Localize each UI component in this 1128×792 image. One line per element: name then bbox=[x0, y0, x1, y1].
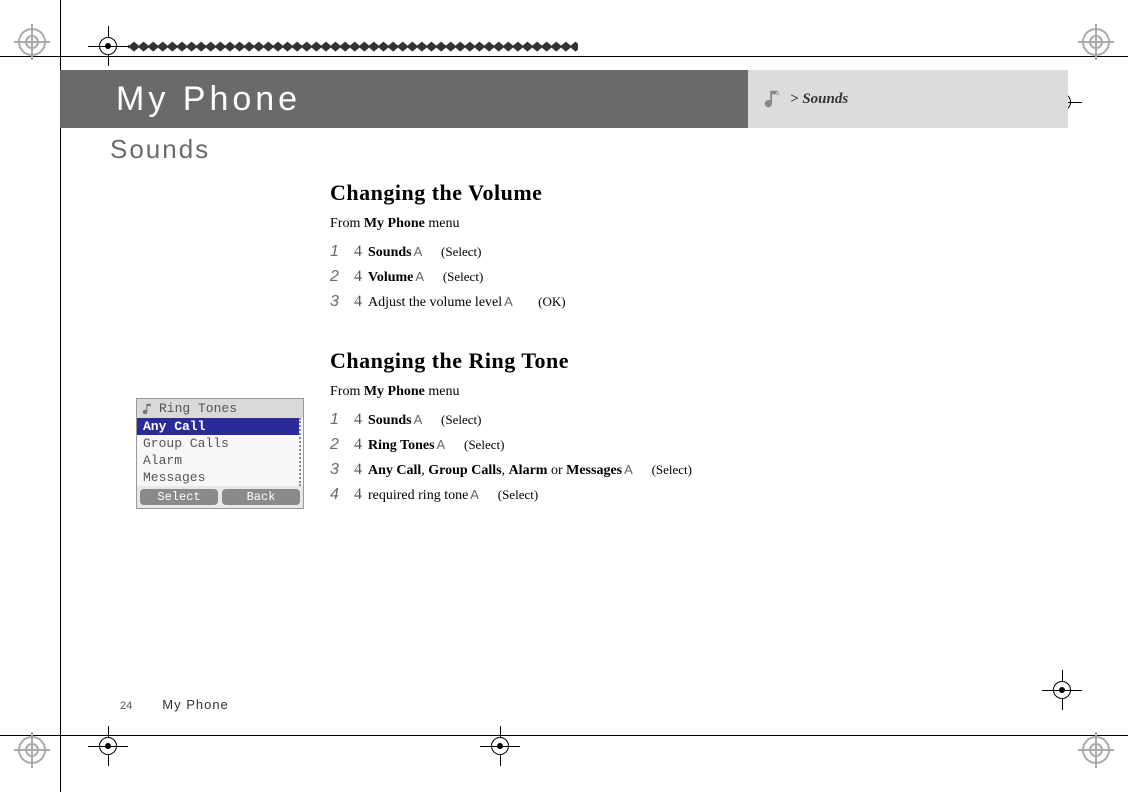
step: 34Adjust the volume levelA OK bbox=[330, 290, 790, 314]
phone-menu-item: Alarm bbox=[137, 452, 299, 469]
softkey-label: Select bbox=[431, 242, 491, 262]
softkey-indicator-icon: A bbox=[622, 460, 635, 480]
softkey-indicator-icon: A bbox=[413, 267, 426, 287]
softkey-indicator-icon: A bbox=[435, 435, 448, 455]
step: 24Ring TonesA Select bbox=[330, 433, 790, 457]
registration-mark-icon bbox=[18, 28, 46, 56]
page-footer: 24 My Phone bbox=[120, 697, 229, 712]
phone-menu-item: Group Calls bbox=[137, 435, 299, 452]
crosshair-icon bbox=[1042, 670, 1082, 710]
step: 14SoundsA Select bbox=[330, 240, 790, 264]
step-body: Any Call, Group Calls, Alarm or Messages… bbox=[368, 460, 790, 481]
softkey-label: OK bbox=[522, 292, 582, 312]
step-number: 3 bbox=[330, 458, 348, 482]
music-note-icon bbox=[141, 402, 155, 416]
arrow-icon: 4 bbox=[348, 433, 368, 457]
softkey-label: Select bbox=[433, 267, 493, 287]
from-menu: My Phone bbox=[364, 384, 425, 399]
registration-mark-icon bbox=[1082, 28, 1110, 56]
phone-title: Ring Tones bbox=[159, 401, 237, 416]
step-number: 4 bbox=[330, 483, 348, 507]
registration-mark-icon bbox=[18, 736, 46, 764]
from-suffix: menu bbox=[425, 384, 460, 399]
steps-volume: 14SoundsA Select24VolumeA Select34Adjust… bbox=[330, 240, 790, 314]
step-body: Adjust the volume levelA OK bbox=[368, 292, 790, 313]
softkey-label: Select bbox=[454, 435, 514, 455]
phone-softkey-left: Select bbox=[140, 489, 218, 505]
softkey-indicator-icon: A bbox=[468, 485, 481, 505]
trim-line-top bbox=[0, 56, 1128, 57]
step-number: 2 bbox=[330, 265, 348, 289]
step-number: 1 bbox=[330, 408, 348, 432]
softkey-indicator-icon: A bbox=[412, 410, 425, 430]
crosshair-icon bbox=[88, 26, 128, 66]
from-line: From My Phone menu bbox=[330, 213, 790, 234]
from-suffix: menu bbox=[425, 216, 460, 231]
step-number: 1 bbox=[330, 240, 348, 264]
step-body: SoundsA Select bbox=[368, 410, 790, 431]
page-content: Changing the Volume From My Phone menu 1… bbox=[330, 176, 790, 537]
breadcrumb-section: Sounds bbox=[802, 91, 848, 108]
section-title: Sounds bbox=[110, 134, 210, 165]
softkey-indicator-icon: A bbox=[412, 242, 425, 262]
chapter-title: My Phone bbox=[60, 70, 748, 128]
from-prefix: From bbox=[330, 216, 364, 231]
steps-ringtone: 14SoundsA Select24Ring TonesA Select34An… bbox=[330, 408, 790, 507]
step-number: 3 bbox=[330, 290, 348, 314]
arrow-icon: 4 bbox=[348, 458, 368, 482]
phone-menu-item: Any Call bbox=[137, 418, 299, 435]
step: 24VolumeA Select bbox=[330, 265, 790, 289]
footer-chapter: My Phone bbox=[162, 697, 229, 712]
breadcrumb-separator: > bbox=[790, 91, 799, 108]
chapter-banner: My Phone > Sounds bbox=[60, 70, 1068, 128]
from-prefix: From bbox=[330, 384, 364, 399]
crosshair-icon bbox=[88, 726, 128, 766]
phone-menu-list: Any CallGroup CallsAlarmMessages bbox=[137, 418, 301, 486]
step-body: required ring toneA Select bbox=[368, 485, 790, 506]
registration-mark-icon bbox=[1082, 736, 1110, 764]
heading-changing-ringtone: Changing the Ring Tone bbox=[330, 344, 790, 377]
step: 14SoundsA Select bbox=[330, 408, 790, 432]
decorative-divider: ◆◆◆◆◆◆◆◆◆◆◆◆◆◆◆◆◆◆◆◆◆◆◆◆◆◆◆◆◆◆◆◆◆◆◆◆◆◆◆◆… bbox=[128, 38, 578, 52]
step-number: 2 bbox=[330, 433, 348, 457]
arrow-icon: 4 bbox=[348, 408, 368, 432]
step: 44required ring toneA Select bbox=[330, 483, 790, 507]
trim-line-bottom bbox=[0, 735, 1128, 736]
crosshair-icon bbox=[480, 726, 520, 766]
step-body: Ring TonesA Select bbox=[368, 435, 790, 456]
softkey-indicator-icon: A bbox=[502, 292, 515, 312]
arrow-icon: 4 bbox=[348, 240, 368, 264]
phone-softkey-right: Back bbox=[222, 489, 300, 505]
phone-titlebar: Ring Tones bbox=[137, 399, 303, 418]
step-body: VolumeA Select bbox=[368, 267, 790, 288]
step-body: SoundsA Select bbox=[368, 242, 790, 263]
softkey-label: Select bbox=[431, 410, 491, 430]
phone-menu-item: Messages bbox=[137, 469, 299, 486]
heading-changing-volume: Changing the Volume bbox=[330, 176, 790, 209]
arrow-icon: 4 bbox=[348, 290, 368, 314]
phone-softkeys: Select Back bbox=[137, 486, 303, 508]
music-note-icon bbox=[762, 88, 784, 110]
page-number: 24 bbox=[120, 700, 132, 712]
arrow-icon: 4 bbox=[348, 483, 368, 507]
breadcrumb: > Sounds bbox=[748, 70, 1068, 128]
step: 34Any Call, Group Calls, Alarm or Messag… bbox=[330, 458, 790, 482]
softkey-label: Select bbox=[642, 460, 702, 480]
softkey-label: Select bbox=[488, 485, 548, 505]
from-menu: My Phone bbox=[364, 216, 425, 231]
from-line: From My Phone menu bbox=[330, 381, 790, 402]
phone-screenshot: Ring Tones Any CallGroup CallsAlarmMessa… bbox=[136, 398, 304, 509]
arrow-icon: 4 bbox=[348, 265, 368, 289]
